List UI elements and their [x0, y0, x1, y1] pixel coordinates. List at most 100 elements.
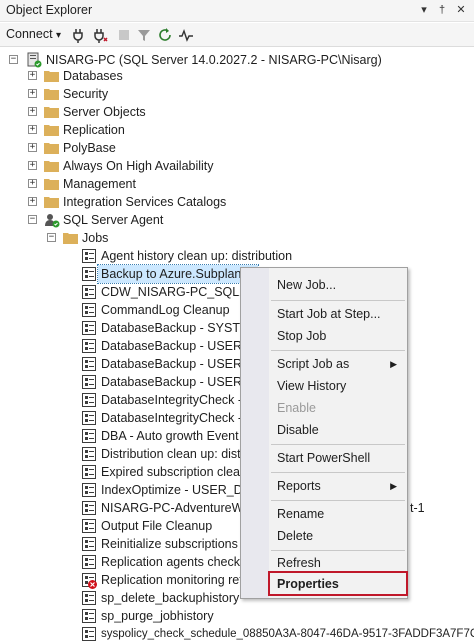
job-item[interactable]: DatabaseBackup - SYSTEM: [0, 319, 240, 337]
close-icon[interactable]: ✕: [453, 2, 469, 18]
job-icon: [82, 249, 96, 263]
job-label: sp_purge_jobhistory: [101, 609, 214, 623]
job-icon: [82, 411, 96, 425]
folder-icon: [44, 197, 59, 208]
menu-item-view-history[interactable]: View History: [269, 375, 407, 397]
tree-node-folder[interactable]: + Databases: [0, 67, 474, 85]
job-item[interactable]: DatabaseIntegrityCheck - S: [0, 391, 240, 409]
job-label: DatabaseBackup - USER_DA: [101, 357, 240, 371]
job-item[interactable]: syspolicy_check_schedule_08850A3A-8047-4…: [0, 625, 474, 643]
job-item[interactable]: Agent history clean up: distribution: [0, 247, 474, 265]
job-icon: [82, 393, 96, 407]
menu-separator: [271, 350, 405, 351]
expand-icon[interactable]: +: [28, 179, 37, 188]
folder-icon: [44, 107, 59, 118]
job-item[interactable]: Reinitialize subscriptions h: [0, 535, 240, 553]
job-item[interactable]: Replication agents checkup: [0, 553, 240, 571]
tree-node-folder[interactable]: + PolyBase: [0, 139, 474, 157]
job-item[interactable]: Expired subscription clean: [0, 463, 240, 481]
filter-icon[interactable]: [136, 27, 152, 43]
folder-icon: [44, 125, 59, 136]
expand-icon[interactable]: +: [28, 89, 37, 98]
expand-icon[interactable]: +: [28, 197, 37, 206]
job-label: CommandLog Cleanup: [101, 303, 230, 317]
job-icon: [82, 339, 96, 353]
collapse-icon[interactable]: −: [47, 233, 56, 242]
job-icon: [82, 267, 96, 281]
tree-node-folder[interactable]: + Management: [0, 175, 474, 193]
job-item[interactable]: Distribution clean up: distr: [0, 445, 240, 463]
job-item[interactable]: DatabaseBackup - USER_DA: [0, 355, 240, 373]
job-icon: [82, 609, 96, 623]
menu-item-script-job-as[interactable]: Script Job as ▶: [269, 353, 407, 375]
window-position-icon[interactable]: ▾: [416, 2, 432, 18]
menu-item-start-powershell[interactable]: Start PowerShell: [269, 447, 407, 469]
job-icon: [82, 375, 96, 389]
job-label: DatabaseBackup - USER_DA: [101, 339, 240, 353]
tree-node-folder[interactable]: + Always On High Availability: [0, 157, 474, 175]
expand-icon[interactable]: +: [28, 71, 37, 80]
tree-node-folder[interactable]: + Server Objects: [0, 103, 474, 121]
job-item[interactable]: sp_delete_backuphistory: [0, 589, 240, 607]
tree-node-folder[interactable]: + Security: [0, 85, 474, 103]
toolbar: Connect ▾: [0, 23, 474, 47]
tree-node-label: PolyBase: [63, 141, 116, 155]
connect-button[interactable]: Connect ▾: [6, 27, 61, 41]
tree-node-label: Replication: [63, 123, 125, 137]
connect-icon[interactable]: [70, 27, 86, 43]
menu-item-start-job-at-step[interactable]: Start Job at Step...: [269, 303, 407, 325]
job-item[interactable]: DBA - Auto growth Event: [0, 427, 240, 445]
job-item[interactable]: Output File Cleanup: [0, 517, 240, 535]
activity-monitor-icon[interactable]: [178, 27, 194, 43]
menu-item-enable: Enable: [269, 397, 407, 419]
job-item[interactable]: CommandLog Cleanup: [0, 301, 240, 319]
auto-hide-icon[interactable]: †: [434, 2, 450, 18]
title-bar: Object Explorer ▾ † ✕: [0, 0, 474, 22]
collapse-icon[interactable]: −: [9, 55, 18, 64]
tree-node-jobs[interactable]: − Jobs: [0, 229, 474, 247]
expand-icon[interactable]: +: [28, 125, 37, 134]
tree-node-folder[interactable]: + Integration Services Catalogs: [0, 193, 474, 211]
collapse-icon[interactable]: −: [28, 215, 37, 224]
tree-node-sql-agent[interactable]: − SQL Server Agent: [0, 211, 474, 229]
menu-item-delete[interactable]: Delete: [269, 525, 407, 547]
tree-node-label: Databases: [63, 69, 123, 83]
stop-icon[interactable]: [116, 27, 132, 43]
folder-icon: [44, 179, 59, 190]
properties-highlight-box: [268, 571, 408, 596]
job-icon: [82, 429, 96, 443]
menu-item-stop-job[interactable]: Stop Job: [269, 325, 407, 347]
menu-item-label: Reports: [277, 479, 321, 493]
job-item[interactable]: NISARG-PC-AdventureWo: [0, 499, 240, 517]
job-item-disabled[interactable]: Replication monitoring ref: [0, 571, 240, 589]
job-item[interactable]: DatabaseIntegrityCheck - U: [0, 409, 240, 427]
expand-icon[interactable]: +: [28, 143, 37, 152]
tree-node-folder[interactable]: + Replication: [0, 121, 474, 139]
menu-item-rename[interactable]: Rename: [269, 503, 407, 525]
job-label: Backup to Azure.Subplan_1: [96, 264, 260, 284]
job-item[interactable]: sp_purge_jobhistory: [0, 607, 240, 625]
tree-node-label: Management: [63, 177, 136, 191]
job-icon: [82, 357, 96, 371]
job-label: DatabaseBackup - USER_DA: [101, 375, 240, 389]
job-label: sp_delete_backuphistory: [101, 591, 240, 605]
disconnect-icon[interactable]: [92, 27, 108, 43]
menu-item-disable[interactable]: Disable: [269, 419, 407, 441]
job-label: Replication agents checkup: [101, 555, 240, 569]
job-item[interactable]: DatabaseBackup - USER_DA: [0, 337, 240, 355]
job-label: CDW_NISARG-PC_SQL2014: [101, 285, 240, 299]
job-icon: [82, 321, 96, 335]
menu-separator: [271, 444, 405, 445]
menu-item-reports[interactable]: Reports ▶: [269, 475, 407, 497]
folder-icon: [63, 233, 78, 244]
job-item[interactable]: DatabaseBackup - USER_DA: [0, 373, 240, 391]
menu-item-new-job[interactable]: New Job...: [269, 274, 407, 296]
job-item[interactable]: IndexOptimize - USER_DAT: [0, 481, 240, 499]
job-label: IndexOptimize - USER_DAT: [101, 483, 240, 497]
refresh-icon[interactable]: [157, 27, 173, 43]
job-item[interactable]: CDW_NISARG-PC_SQL2014: [0, 283, 240, 301]
menu-item-label: Enable: [277, 401, 316, 415]
expand-icon[interactable]: +: [28, 107, 37, 116]
expand-icon[interactable]: +: [28, 161, 37, 170]
menu-item-label: Refresh: [277, 556, 321, 570]
